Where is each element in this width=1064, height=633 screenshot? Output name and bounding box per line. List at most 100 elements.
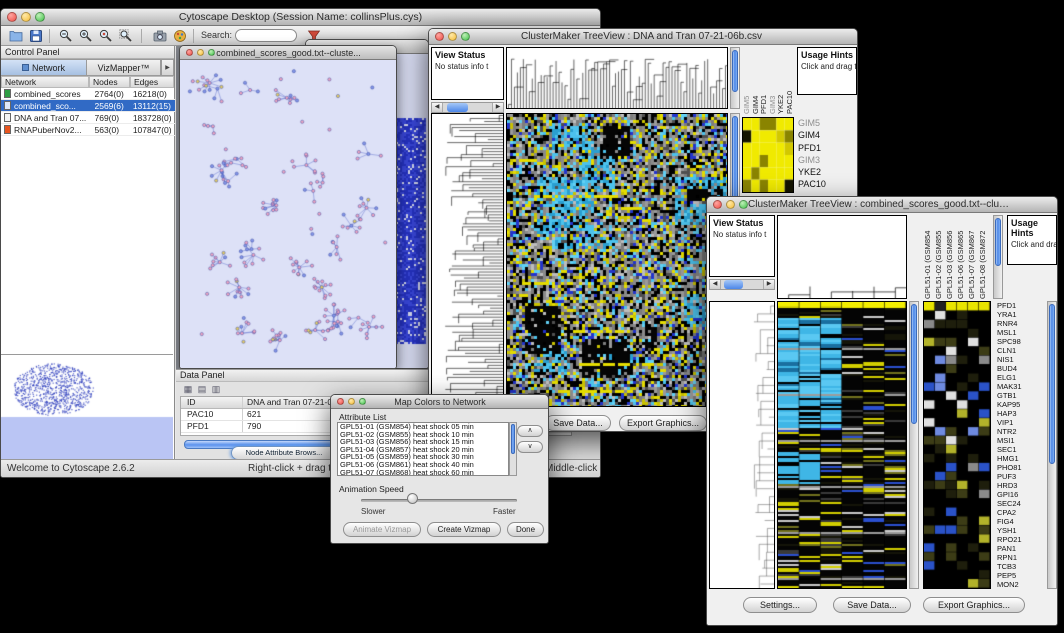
gene-label[interactable]: RPO21 [995,535,1045,544]
scroll-thumb[interactable] [911,304,917,424]
tab-vizmapper[interactable]: VizMapper™ [87,59,161,76]
attribute-listbox[interactable]: GPL51-01 (GSM854) heat shock 05 minGPL51… [337,422,509,476]
gene-label[interactable]: MSL1 [995,328,1045,337]
gene-label[interactable]: NTR2 [995,427,1045,436]
dialog-titlebar[interactable]: Map Colors to Network [331,395,548,409]
search-input[interactable] [235,29,297,42]
column-label[interactable]: GPL51-03 (GSM856 [945,215,956,299]
gene-label[interactable]: SEC1 [995,445,1045,454]
minimize-button[interactable] [348,398,355,405]
treeview2-titlebar[interactable]: ClusterMaker TreeView : combined_scores_… [707,197,1057,213]
scroll-thumb[interactable] [724,280,742,289]
network-table-row[interactable]: combined_scores 2764(0) 16218(0) [1,88,175,100]
animate-vizmap-button[interactable]: Animate Vizmap [343,522,421,537]
gene-label[interactable]: TCB3 [995,562,1045,571]
row-label[interactable]: PAC10 [798,178,858,190]
row-label[interactable]: YKE2 [798,166,858,178]
row-label[interactable]: PFD1 [798,142,858,154]
network-graph-canvas[interactable] [180,60,396,369]
zoom-out-icon[interactable] [57,28,75,44]
dendrogram-hscrollbar[interactable]: ◀ ▶ [431,102,504,113]
column-header-edges[interactable]: Edges [130,76,174,88]
gene-label[interactable]: MAK31 [995,382,1045,391]
export-graphics-button[interactable]: Export Graphics... [923,597,1025,613]
row-label[interactable]: GIM3 [798,154,858,166]
close-button[interactable] [713,200,722,209]
done-button[interactable]: Done [507,522,544,537]
row-label[interactable]: GIM4 [798,129,858,141]
minimize-button[interactable] [21,12,31,22]
row-label[interactable]: GIM5 [798,117,858,129]
move-down-button[interactable]: ∨ [517,441,543,453]
zoom-heatmap-canvas[interactable] [923,301,991,589]
dendrogram-hscrollbar[interactable]: ◀ ▶ [709,279,775,290]
zoom-heatmap-canvas[interactable] [742,117,794,193]
close-button[interactable] [7,12,17,22]
zoom-button[interactable] [35,12,45,22]
gene-label[interactable]: GPI16 [995,490,1045,499]
network-view-titlebar[interactable]: combined_scores_good.txt--cluste... [180,46,396,60]
save-icon[interactable] [27,28,45,44]
treeview1-titlebar[interactable]: ClusterMaker TreeView : DNA and Tran 07-… [429,29,857,45]
zoom-button[interactable] [208,49,215,56]
gene-label[interactable]: BUD4 [995,364,1045,373]
gene-label[interactable]: NIS1 [995,355,1045,364]
column-label[interactable]: GPL51-07 (GSM867 [967,215,978,299]
vizmapper-icon[interactable] [171,28,189,44]
gene-label[interactable]: PFD1 [995,301,1045,310]
scroll-left-icon[interactable]: ◀ [710,280,721,289]
gene-label[interactable]: RPN1 [995,553,1045,562]
scroll-thumb[interactable] [511,424,515,454]
row-dendrogram-canvas[interactable] [431,113,504,407]
column-label[interactable]: GIM5 [742,48,751,114]
gene-list-vscrollbar[interactable] [1047,301,1057,589]
main-titlebar[interactable]: Cytoscape Desktop (Session Name: collins… [1,9,600,26]
tab-overflow-arrow-icon[interactable]: ▶ [161,59,174,76]
network-table-row[interactable]: DNA and Tran 07... 769(0) 183728(0) [1,112,175,124]
column-header-network[interactable]: Network [1,76,89,88]
network-table-row[interactable]: combined_sco... 2569(6) 13112(15) [1,100,175,112]
row-dendrogram-canvas[interactable] [709,301,775,589]
export-graphics-button[interactable]: Export Graphics... [619,415,707,431]
column-dendrogram-canvas[interactable] [777,215,907,299]
gene-label[interactable]: GTB1 [995,391,1045,400]
column-label[interactable]: GPL51-01 (GSM854 [923,215,934,299]
column-dendrogram-canvas[interactable] [506,47,728,109]
minimize-button[interactable] [726,200,735,209]
gene-label[interactable]: PUF3 [995,472,1045,481]
network-table-row[interactable]: RNAPuberNov2... 563(0) 107847(0) [1,124,175,136]
gene-label[interactable]: HRD3 [995,481,1045,490]
zoom-button[interactable] [739,200,748,209]
gene-label[interactable]: YRA1 [995,310,1045,319]
zoom-button[interactable] [359,398,366,405]
gene-label[interactable]: CLN1 [995,346,1045,355]
scroll-right-icon[interactable]: ▶ [492,103,503,112]
column-label[interactable]: GPL51-08 (GSM872 [978,215,989,299]
heatmap-canvas[interactable] [506,113,728,407]
create-vizmap-button[interactable]: Create Vizmap [427,522,501,537]
gene-label[interactable]: HAP3 [995,409,1045,418]
gene-label[interactable]: MON2 [995,580,1045,589]
snapshot-icon[interactable] [151,28,169,44]
close-button[interactable] [186,49,193,56]
scroll-thumb[interactable] [995,218,1001,266]
attribute-list-item[interactable]: GPL51-07 (GSM868) heat shock 60 min [338,469,508,476]
column-vscrollbar[interactable] [993,215,1003,299]
heatmap-canvas[interactable] [777,301,907,589]
animation-speed-slider[interactable] [361,499,517,502]
gene-label[interactable]: RNR4 [995,319,1045,328]
settings-button[interactable]: Settings... [743,597,817,613]
gene-label[interactable]: HMG1 [995,454,1045,463]
attribute-matrix-icon[interactable]: ▤ [196,383,208,395]
column-label[interactable]: YKE2 [776,48,785,114]
attribute-select-icon[interactable]: ▦ [182,383,194,395]
scroll-thumb[interactable] [732,50,738,92]
column-header-nodes[interactable]: Nodes [89,76,130,88]
column-label[interactable]: GPL51-06 (GSM865 [956,215,967,299]
scroll-right-icon[interactable]: ▶ [763,280,774,289]
gene-label[interactable]: YSH1 [995,526,1045,535]
gene-label[interactable]: FIG4 [995,517,1045,526]
listbox-vscrollbar[interactable] [509,422,517,476]
gene-label[interactable]: PAN1 [995,544,1045,553]
minimize-button[interactable] [448,32,457,41]
